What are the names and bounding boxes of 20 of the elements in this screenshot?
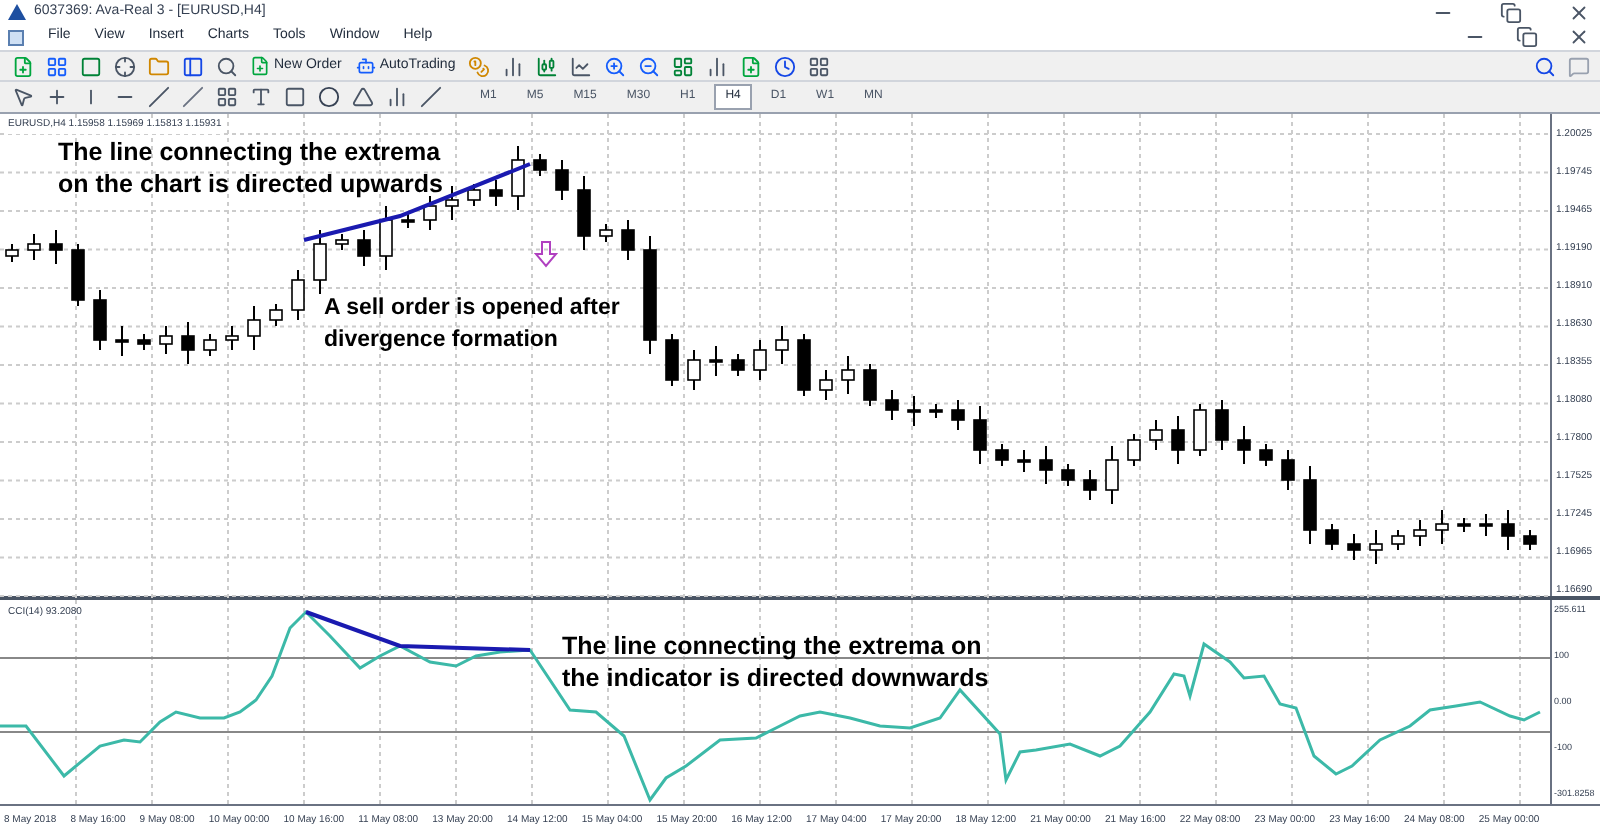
chart-window-icon — [8, 29, 24, 45]
trendline-icon[interactable] — [144, 84, 172, 110]
candlestick-icon[interactable] — [533, 53, 562, 79]
restore-icon[interactable] — [1512, 24, 1540, 50]
clock-icon[interactable] — [771, 53, 800, 79]
restore-icon[interactable] — [1496, 0, 1524, 25]
zoom-in-icon[interactable] — [601, 53, 630, 79]
tile-windows-icon[interactable] — [669, 53, 698, 79]
annotation-text: The line connecting the extrema on the indicator is directed downwards — [562, 630, 991, 694]
annotation-text: The line connecting the extrema on the chart is directed upwards — [58, 136, 445, 200]
triangle-icon[interactable] — [348, 84, 376, 110]
ellipse-icon[interactable] — [314, 84, 342, 110]
line-chart-icon[interactable] — [567, 53, 596, 79]
search-icon[interactable] — [1530, 53, 1558, 79]
down-arrow-icon — [534, 240, 558, 268]
annotation-text: A sell order is opened after divergence formation — [324, 294, 622, 356]
new-order-icon — [250, 56, 270, 76]
robot-icon — [355, 56, 376, 76]
app-logo-icon — [8, 4, 26, 20]
zoom-out-icon[interactable] — [635, 53, 664, 79]
